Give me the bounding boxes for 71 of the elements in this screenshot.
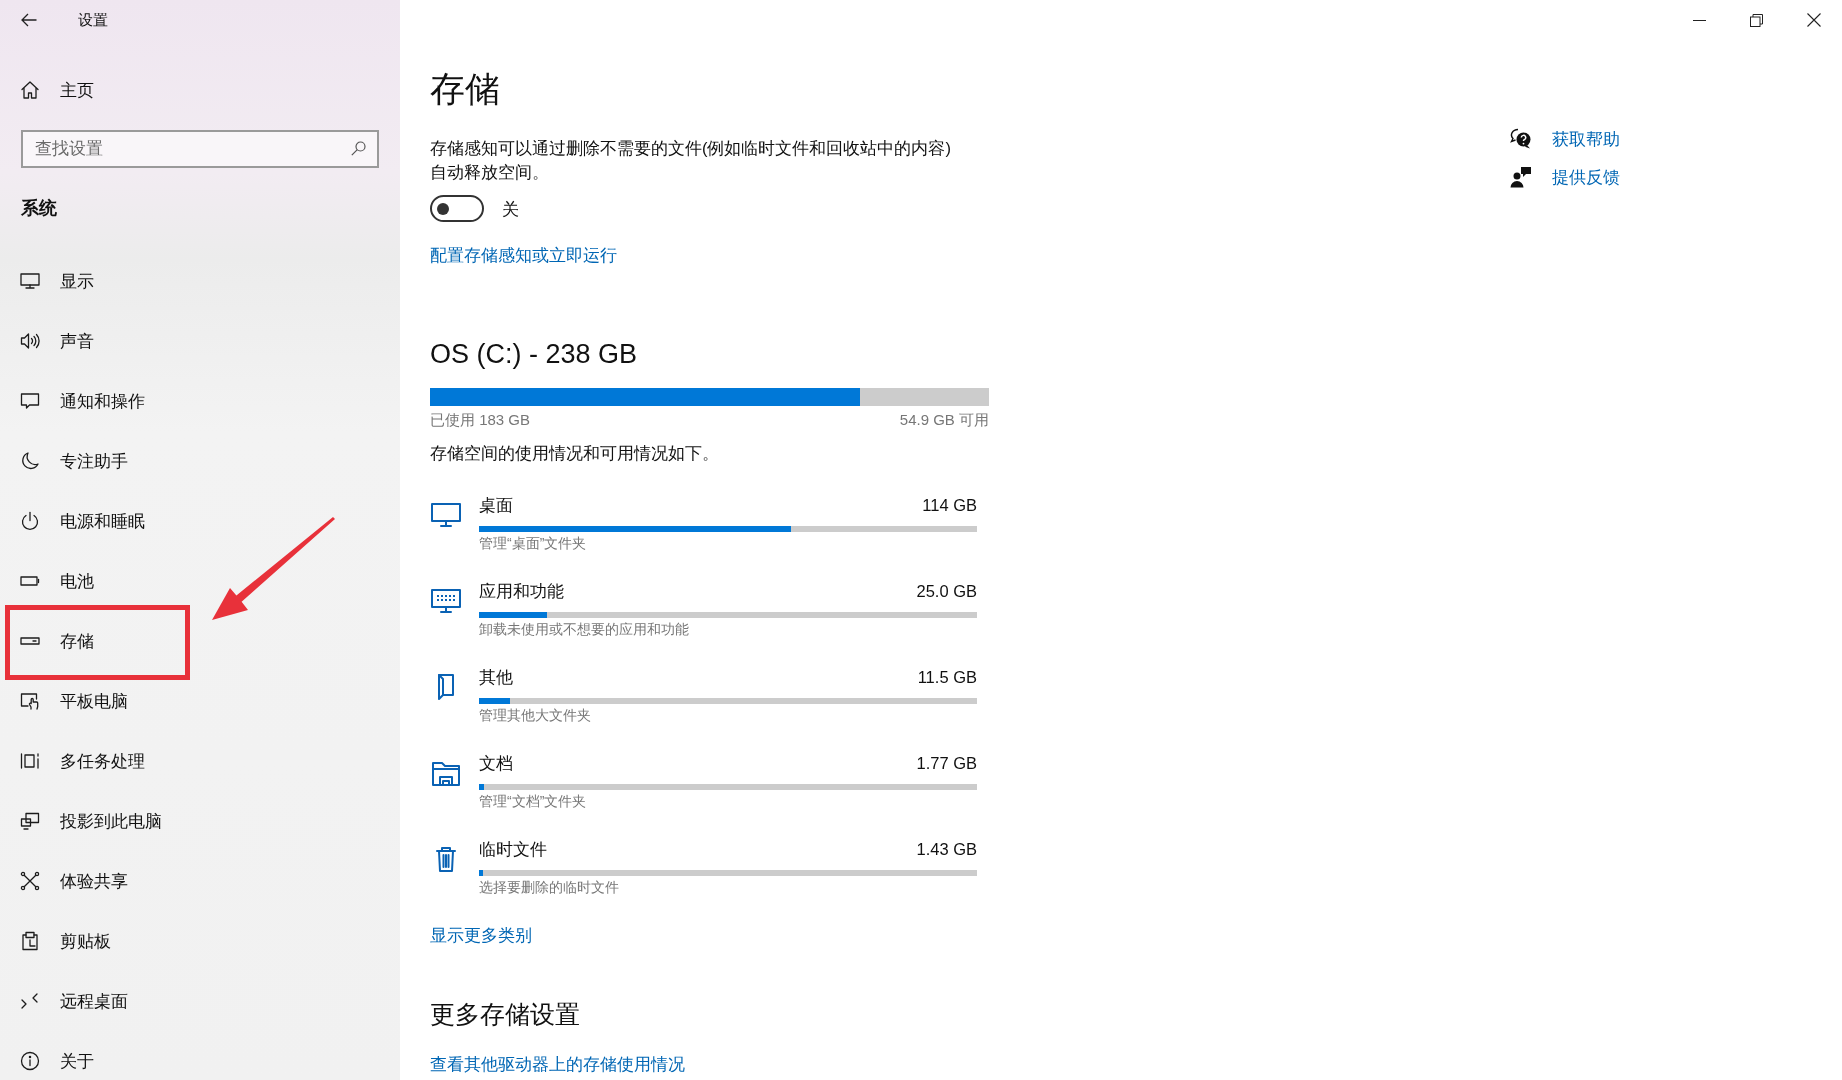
page-title: 存储 <box>430 68 500 110</box>
category-description: 管理“桌面”文件夹 <box>479 534 588 553</box>
search-field[interactable]: 查找设置 <box>21 130 379 168</box>
section-heading: 系统 <box>20 197 57 220</box>
nav-item[interactable]: 存储 <box>0 621 104 661</box>
nav-item[interactable]: 通知和操作 <box>0 381 155 421</box>
nav-item[interactable]: 电源和睡眠 <box>0 501 155 541</box>
usage-summary: 存储空间的使用情况和可用情况如下。 <box>430 443 719 464</box>
section-title: 更多存储设置 <box>430 999 580 1030</box>
projector-icon <box>20 811 40 831</box>
chevrons-icon <box>20 991 40 1011</box>
pointer-arrow-icon <box>210 516 336 622</box>
home-nav-item[interactable]: 主页 <box>0 70 104 110</box>
help-link[interactable]: 提供反馈 <box>1552 165 1620 189</box>
category-name: 文档 <box>479 753 513 774</box>
tablet-touch-icon <box>20 691 40 711</box>
category-name: 临时文件 <box>479 839 547 860</box>
category-size: 114 GB <box>922 495 977 516</box>
drive-title: OS (C:) - 238 GB <box>430 338 638 371</box>
multitask-icon <box>20 751 40 771</box>
search-icon <box>351 141 366 156</box>
speaker-icon <box>20 331 40 351</box>
share-nodes-icon <box>20 871 40 891</box>
clipboard-icon <box>20 931 40 951</box>
info-icon <box>20 1051 40 1071</box>
help-bubble-icon <box>1510 128 1532 150</box>
show-more-link[interactable]: 显示更多类别 <box>430 923 532 947</box>
nav-item[interactable]: 显示 <box>0 261 104 301</box>
keyboard-monitor-icon <box>430 587 462 615</box>
category-name: 其他 <box>479 667 513 688</box>
configure-link[interactable]: 配置存储感知或立即运行 <box>430 243 617 267</box>
minimize-icon <box>1693 19 1706 21</box>
used-space-label: 已使用 183 GB <box>430 410 531 430</box>
nav-item[interactable]: 专注助手 <box>0 441 138 481</box>
category-name: 桌面 <box>479 495 513 516</box>
moon-icon <box>20 451 40 471</box>
monitor-icon <box>430 501 462 529</box>
nav-item[interactable]: 剪贴板 <box>0 921 121 961</box>
nav-item[interactable]: 声音 <box>0 321 104 361</box>
monitor-icon <box>20 271 40 291</box>
toggle-state-label: 关 <box>502 198 519 220</box>
other-drives-link[interactable]: 查看其他驱动器上的存储使用情况 <box>430 1054 685 1074</box>
help-link[interactable]: 获取帮助 <box>1552 127 1620 151</box>
category-size: 11.5 GB <box>917 667 977 688</box>
toggle-switch[interactable] <box>430 195 484 222</box>
category-description: 管理“文档”文件夹 <box>479 792 588 811</box>
category-size: 1.77 GB <box>916 753 977 774</box>
nav-item[interactable]: 远程桌面 <box>0 981 138 1021</box>
close-icon <box>1806 13 1821 27</box>
category-name: 应用和功能 <box>479 581 564 602</box>
nav-item[interactable]: 电池 <box>0 561 104 601</box>
power-icon <box>20 511 40 531</box>
category-size: 25.0 GB <box>916 581 977 602</box>
person-speech-icon <box>1510 166 1532 188</box>
window-title: 设置 <box>78 10 108 30</box>
restore-icon <box>1750 13 1763 27</box>
nav-item[interactable]: 关于 <box>0 1041 104 1080</box>
nav-item[interactable]: 体验共享 <box>0 861 138 901</box>
storage-sense-description: 存储感知可以通过删除不需要的文件(例如临时文件和回收站中的内容)自动释放空间。 <box>430 138 952 183</box>
category-description: 卸载未使用或不想要的应用和功能 <box>479 620 690 639</box>
nav-item[interactable]: 多任务处理 <box>0 741 155 781</box>
nav-item[interactable]: 平板电脑 <box>0 681 138 721</box>
category-size: 1.43 GB <box>916 839 977 860</box>
category-description: 管理其他大文件夹 <box>479 706 592 725</box>
free-space-label: 54.9 GB 可用 <box>899 410 989 430</box>
category-description: 选择要删除的临时文件 <box>479 878 620 897</box>
nav-item[interactable]: 投影到此电脑 <box>0 801 172 841</box>
message-icon <box>20 391 40 411</box>
home-icon <box>20 80 40 100</box>
folder-icon <box>430 759 462 787</box>
back-arrow-icon <box>21 13 37 27</box>
